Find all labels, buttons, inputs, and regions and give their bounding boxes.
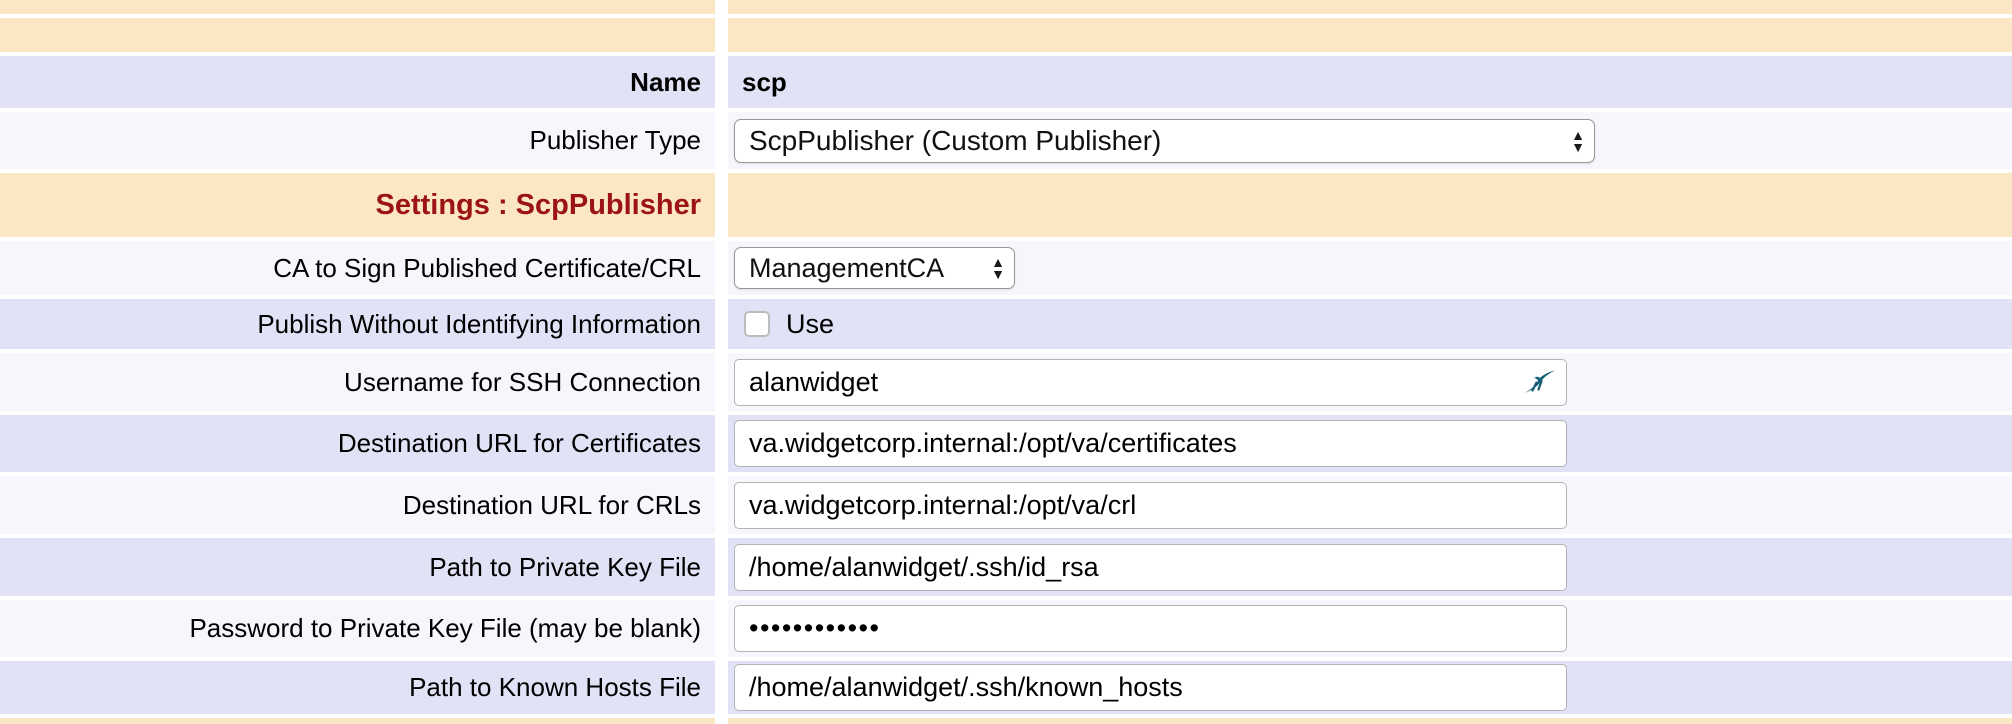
section-header-top-right — [728, 18, 2012, 52]
cert-destination-cell — [728, 415, 2012, 472]
private-key-path-input[interactable] — [734, 544, 1567, 591]
crl-destination-label: Destination URL for CRLs — [0, 476, 715, 534]
known-hosts-path-label: Path to Known Hosts File — [0, 661, 715, 714]
name-value-cell: scp — [728, 56, 2012, 108]
ca-selected-option: ManagementCA — [749, 253, 944, 284]
password-manager-autofill-icon[interactable] — [1521, 368, 1557, 396]
known-hosts-path-input[interactable] — [734, 664, 1567, 711]
private-key-path-cell — [728, 538, 2012, 596]
ssh-username-label: Username for SSH Connection — [0, 353, 715, 411]
select-up-down-arrows-icon: ▲ ▼ — [981, 256, 1005, 280]
private-key-password-label: Password to Private Key File (may be bla… — [0, 600, 715, 657]
ca-label: CA to Sign Published Certificate/CRL — [0, 241, 715, 295]
ca-cell: ManagementCA ▲ ▼ — [728, 241, 2012, 295]
crl-destination-input[interactable] — [734, 482, 1567, 529]
ca-select[interactable]: ManagementCA ▲ ▼ — [734, 247, 1015, 289]
settings-section-header-right — [728, 173, 2012, 237]
name-label: Name — [0, 56, 715, 108]
publisher-type-selected-option: ScpPublisher (Custom Publisher) — [749, 125, 1161, 157]
publisher-type-label: Publisher Type — [0, 112, 715, 169]
publisher-edit-form: Name scp Publisher Type ScpPublisher (Cu… — [0, 0, 2012, 724]
section-header-top-left — [0, 18, 715, 52]
known-hosts-path-cell — [728, 661, 2012, 714]
publisher-type-select[interactable]: ScpPublisher (Custom Publisher) ▲ ▼ — [734, 119, 1595, 163]
anonymize-cell: Use — [728, 299, 2012, 349]
section-strip-top-left — [0, 0, 715, 14]
private-key-path-label: Path to Private Key File — [0, 538, 715, 596]
use-checkbox[interactable] — [744, 311, 770, 337]
settings-section-title: Settings : ScpPublisher — [376, 189, 702, 222]
publisher-type-cell: ScpPublisher (Custom Publisher) ▲ ▼ — [728, 112, 2012, 169]
select-up-down-arrows-icon: ▲ ▼ — [1561, 129, 1585, 153]
publisher-name-value: scp — [734, 67, 787, 98]
cert-destination-label: Destination URL for Certificates — [0, 415, 715, 472]
anonymize-label: Publish Without Identifying Information — [0, 299, 715, 349]
crl-destination-cell — [728, 476, 2012, 534]
cert-destination-input[interactable] — [734, 420, 1567, 467]
use-checkbox-label: Use — [786, 309, 834, 340]
ssh-username-input[interactable] — [734, 359, 1567, 406]
settings-section-header: Settings : ScpPublisher — [0, 173, 715, 237]
section-strip-bottom-right — [728, 718, 2012, 724]
section-strip-bottom-left — [0, 718, 715, 724]
ssh-username-cell — [728, 353, 2012, 411]
private-key-password-cell — [728, 600, 2012, 657]
section-strip-top-right — [728, 0, 2012, 14]
private-key-password-input[interactable] — [734, 605, 1567, 652]
